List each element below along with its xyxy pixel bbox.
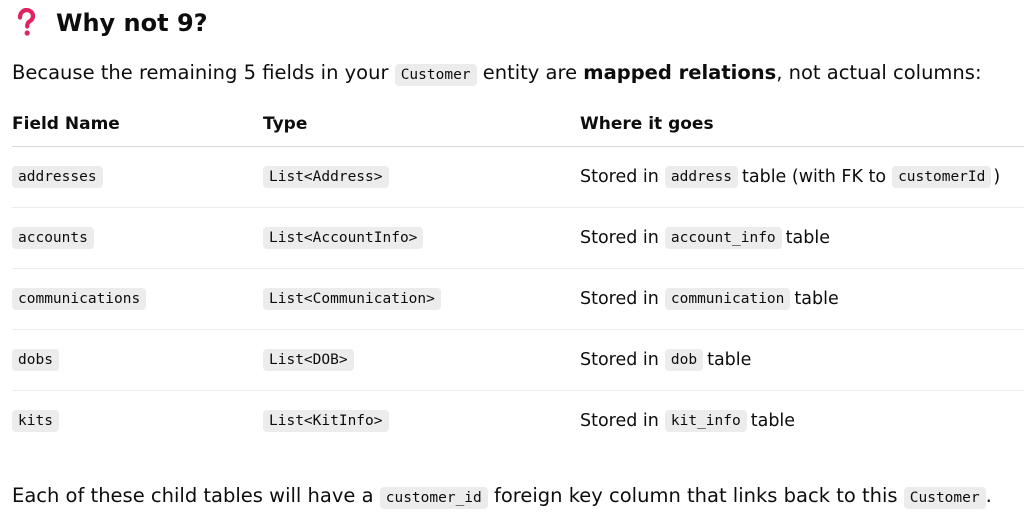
where-end: ) [993,167,1001,187]
where-suffix: table [785,228,830,248]
section-heading: Why not 9? [12,4,208,42]
type-cell: List<KitInfo> [263,391,389,451]
where-suffix: table [794,289,839,309]
type-cell: List<AccountInfo> [263,208,424,268]
type-code: List<KitInfo> [263,410,389,432]
type-code: List<AccountInfo> [263,227,424,249]
where-suffix: table (with FK to [742,167,887,187]
field-cell: kits [12,391,59,451]
field-name-code: accounts [12,227,94,249]
table-name-code: address [664,166,738,188]
footer-middle: foreign key column that links back to th… [487,484,904,507]
where-cell: Stored in address table (with FK to custome… [580,147,1000,207]
intro-paragraph: Because the remaining 5 fields in your C… [12,58,982,90]
table-row: kits List<KitInfo> Stored in kit_info tabl… [12,391,1024,451]
where-prefix: Stored in [580,167,659,187]
field-name-code: communications [12,288,147,310]
field-cell: accounts [12,208,94,268]
where-prefix: Stored in [580,228,659,248]
table-name-code: communication [664,288,791,310]
where-cell: Stored in account_info table [580,208,830,268]
section-title: Why not 9? [56,9,208,37]
table-name-code: dob [664,349,704,371]
where-cell: Stored in communication table [580,269,839,329]
type-cell: List<Address> [263,147,389,207]
field-name-code: addresses [12,166,103,188]
where-cell: Stored in kit_info table [580,391,795,451]
table-name-code: kit_info [664,410,747,432]
field-cell: dobs [12,330,59,390]
intro-prefix: Because the remaining 5 fields in your [12,61,395,84]
footer-suffix: . [985,484,992,507]
header-field-name: Field Name [12,114,120,134]
footer-prefix: Each of these child tables will have a [12,484,380,507]
type-code: List<Address> [263,166,389,188]
header-type: Type [263,114,308,134]
fk-code: customerId [892,166,992,188]
inline-code-entity: Customer [903,487,986,509]
field-cell: communications [12,269,147,329]
table-header-row: Field Name Type Where it goes [12,104,1024,147]
intro-suffix: , not actual columns: [776,61,982,84]
type-cell: List<Communication> [263,269,441,329]
inline-code-fk: customer_id [379,487,488,509]
table-row: communications List<Communication> Store… [12,269,1024,330]
footer-paragraph: Each of these child tables will have a c… [12,481,992,513]
type-cell: List<DOB> [263,330,354,390]
field-name-code: dobs [12,349,59,371]
where-cell: Stored in dob table [580,330,751,390]
table-row: addresses List<Address> Stored in address… [12,147,1024,208]
table-row: dobs List<DOB> Stored in dob table [12,330,1024,391]
type-code: List<Communication> [263,288,441,310]
field-name-code: kits [12,410,59,432]
field-cell: addresses [12,147,103,207]
intro-middle: entity are [476,61,584,84]
where-prefix: Stored in [580,350,659,370]
table-name-code: account_info [664,227,782,249]
header-where-it-goes: Where it goes [580,114,714,134]
intro-bold: mapped relations [583,61,777,84]
where-suffix: table [750,411,796,431]
fields-table: Field Name Type Where it goes addresses … [12,104,1024,451]
where-prefix: Stored in [580,411,659,431]
inline-code-entity: Customer [394,64,477,86]
table-row: accounts List<AccountInfo> Stored in acco… [12,208,1024,269]
chat-response: Why not 9? Because the remaining 5 field… [0,0,1024,520]
type-code: List<DOB> [263,349,354,371]
question-mark-icon [16,7,36,38]
where-prefix: Stored in [580,289,659,309]
where-suffix: table [707,350,752,370]
